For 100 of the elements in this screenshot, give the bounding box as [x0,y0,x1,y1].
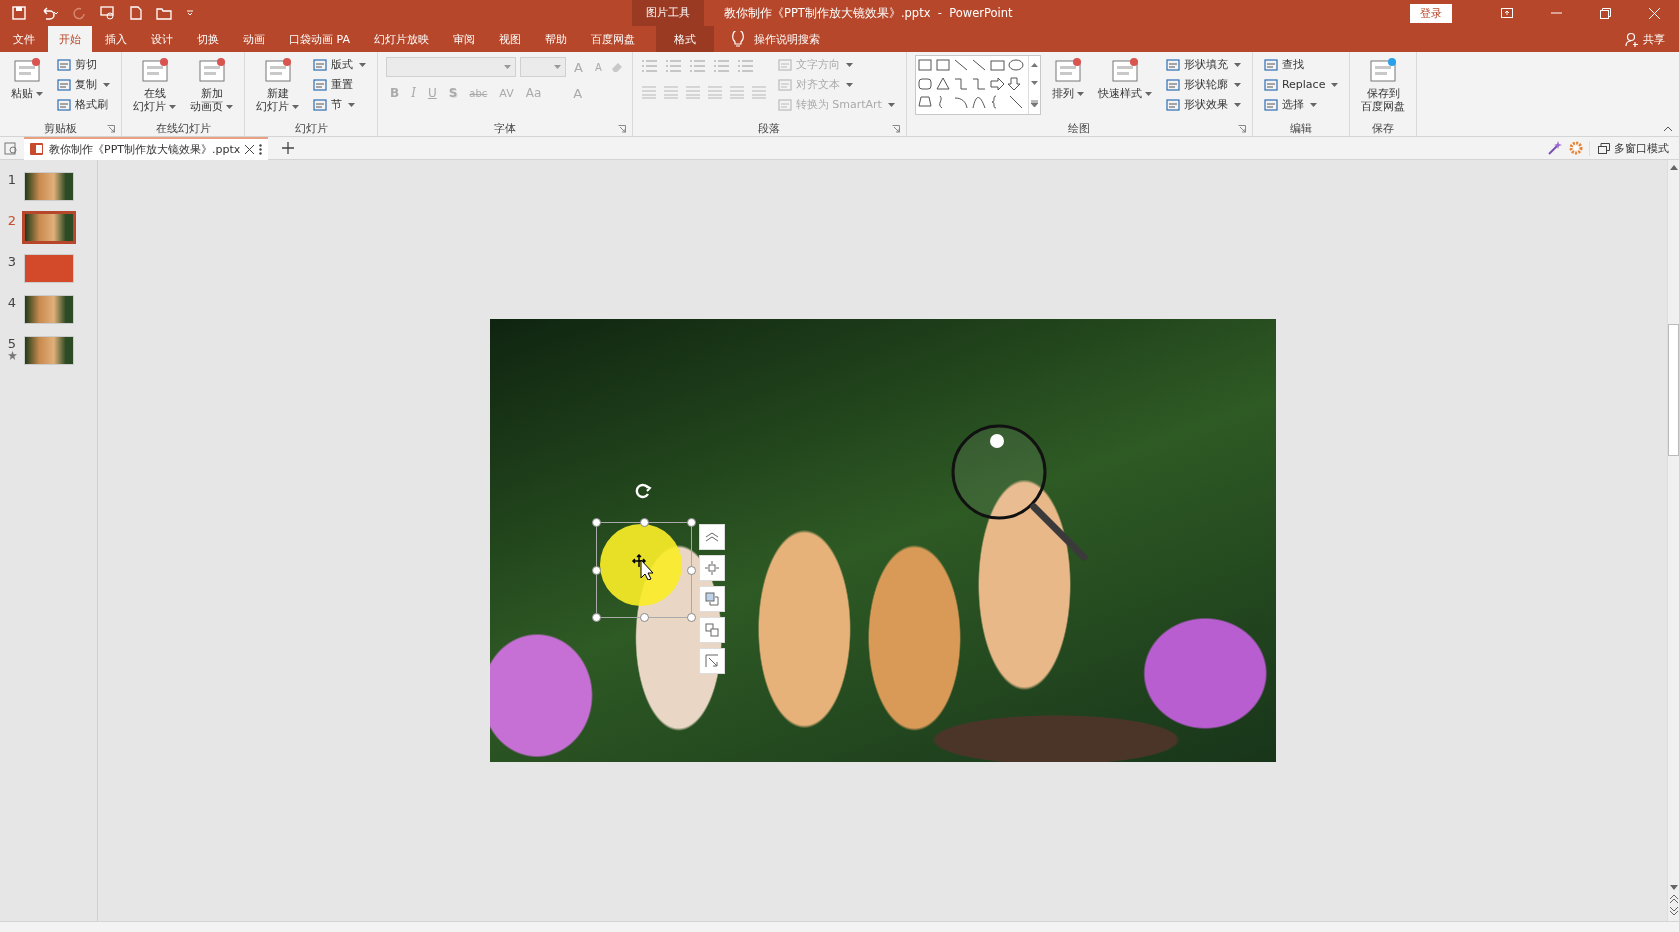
ribbon-tab[interactable]: 格式 [655,26,714,52]
ribbon-large-button[interactable]: 新加 动画页 [187,55,236,115]
ribbon-tab[interactable]: 幻灯片放映 [362,26,440,52]
dialog-launcher-icon[interactable] [617,125,626,133]
settings-icon[interactable] [1569,141,1583,155]
ribbon-tab[interactable]: 视图 [487,26,532,52]
ribbon-display-icon[interactable] [1501,8,1513,18]
caret-icon [1233,102,1241,107]
dialog-launcher-icon[interactable] [891,125,900,133]
tool-icon [57,97,72,112]
share-person-icon[interactable] [1625,31,1639,47]
ribbon-button[interactable]: 节 [310,95,369,114]
ribbon-tab[interactable]: 审阅 [441,26,486,52]
login-button[interactable]: 登录 [1410,3,1452,23]
ribbon-button[interactable]: Replace [1260,75,1342,94]
group-label: 幻灯片 [294,120,328,136]
multi-window-button[interactable]: 多窗口模式 [1589,140,1679,156]
caret-icon [554,65,561,69]
ribbon-button[interactable]: 重置 [310,75,369,94]
magnifier-drawing[interactable] [949,423,1090,563]
caret-icon [504,65,511,69]
layer-button[interactable] [698,586,725,612]
ribbon-tab[interactable]: 百度网盘 [579,26,646,52]
context-label: 图片工具 [632,0,704,26]
ribbon-tab[interactable]: 设计 [140,26,184,52]
ribbon-large-button[interactable]: 新建 幻灯片 [253,55,302,115]
font-size-field[interactable] [520,57,566,77]
undo-icon[interactable] [40,6,58,20]
ribbon-large-button[interactable]: 快速样式 [1094,55,1155,102]
tool-icon [1165,77,1181,92]
ribbon-large-button[interactable]: 粘贴 [8,55,46,102]
slide-thumbnail[interactable] [22,211,76,244]
tool-icon [777,57,793,72]
next-slide-icon[interactable] [1669,907,1678,915]
save-icon[interactable] [12,6,26,20]
caret-icon [348,102,355,107]
tell-me-search[interactable]: 操作说明搜索 [753,31,820,47]
expand-gallery-icon[interactable] [1030,99,1038,107]
ribbon-tab[interactable]: 切换 [186,26,230,52]
ribbon-tab[interactable]: 开始 [48,26,92,52]
windows-icon [1598,142,1610,154]
ribbon-tab[interactable]: 口袋动画 PA [278,26,361,52]
caret-icon [1309,102,1317,107]
document-icon[interactable] [4,141,18,155]
slide-icon [1368,57,1399,85]
ribbon-tab[interactable]: 动画 [232,26,276,52]
customize-icon[interactable] [186,9,194,17]
tool-icon [1263,77,1279,92]
ribbon-button[interactable]: 查找 [1260,55,1342,74]
caret-icon [1331,82,1339,87]
presentation-icon[interactable] [100,6,116,20]
slide-icon [196,57,227,85]
ribbon-large-button[interactable]: 在线 幻灯片 [130,55,179,115]
group-label: 绘图 [1068,120,1091,136]
caret-icon [845,62,853,67]
more-icon[interactable] [259,143,263,155]
bring-forward-button[interactable] [698,524,725,550]
ribbon-large-button[interactable]: 保存到 百度网盘 [1358,55,1409,115]
ribbon-button[interactable]: 形状轮廓 [1162,75,1244,94]
scrollbar-thumb[interactable] [1668,324,1679,456]
scroll-down-icon[interactable] [1669,885,1678,891]
ribbon-button[interactable]: 格式刷 [54,95,113,114]
ribbon-tab[interactable]: 文件 [2,26,46,52]
ribbon-large-button[interactable]: 排列 [1048,55,1087,102]
group-label: 段落 [758,120,781,136]
dialog-launcher-icon[interactable] [1237,125,1246,133]
document-tab[interactable]: 教你制作《PPT制作放大镜效果》.pptx [24,136,269,160]
ribbon-tab[interactable]: 插入 [94,26,138,52]
slide-number: 5 [7,336,17,351]
caret-icon [1144,92,1152,96]
ribbon-button[interactable]: 选择 [1260,95,1342,114]
scroll-down-icon[interactable] [1030,81,1038,86]
close-icon[interactable] [245,144,255,154]
caret-icon [36,92,43,96]
restore-icon[interactable] [1600,7,1611,19]
ribbon-tab[interactable]: 帮助 [533,26,578,52]
add-tab-icon[interactable] [282,142,295,154]
ribbon-button[interactable]: 形状填充 [1162,55,1244,74]
ribbon-button[interactable]: 版式 [310,55,369,74]
scroll-up-icon[interactable] [1030,63,1038,68]
dialog-launcher-icon[interactable] [107,125,115,133]
folder-icon[interactable] [156,6,172,20]
slide-icon [262,57,293,85]
font-name-field[interactable] [386,57,516,77]
ribbon-button[interactable]: 复制 [54,75,113,94]
collapse-ribbon-icon[interactable] [1663,126,1673,132]
tool-icon [313,57,328,72]
scroll-up-icon[interactable] [1669,164,1678,170]
previous-slide-icon[interactable] [1669,895,1678,903]
presentation-file-icon [30,142,44,156]
tool-icon [777,97,793,112]
magic-wand-icon[interactable] [1547,140,1563,156]
caret-icon [292,105,299,109]
shape-gallery[interactable] [914,55,1041,115]
slide-icon [12,57,42,85]
ribbon-button[interactable]: 剪切 [54,55,113,74]
tool-icon [777,77,793,92]
share-button[interactable]: 共享 [1643,31,1665,47]
ribbon-button[interactable]: 形状效果 [1162,95,1244,114]
new-file-icon[interactable] [130,6,142,20]
